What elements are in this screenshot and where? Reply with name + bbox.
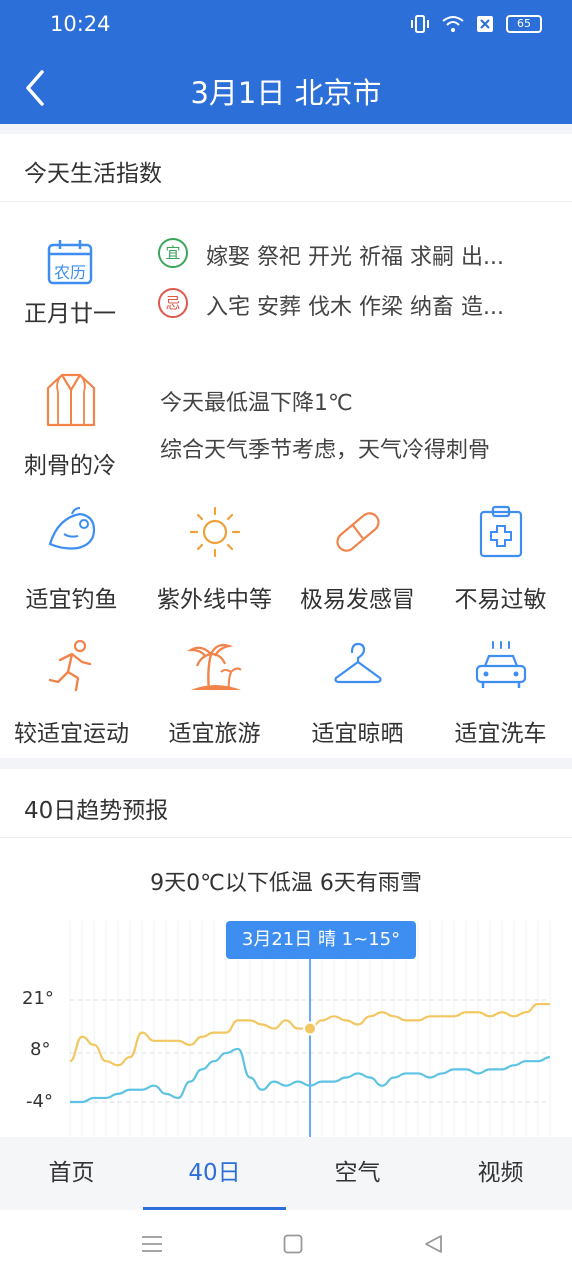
vibrate-icon: [411, 15, 429, 33]
pill-icon: [335, 512, 380, 552]
app-header: 10:24 65 3月1日 北京市: [0, 0, 572, 124]
ji-text: 入宅 安葬 伐木 作梁 纳畜 造...: [206, 295, 504, 320]
system-nav-bar: [0, 1210, 572, 1280]
life-index-card: 今天生活指数 农历 正月廿一 宜 嫁娶 祭祀 开光 祈福 求嗣 出... 忌 入…: [0, 134, 572, 758]
y-tick-label: 21°: [22, 988, 54, 1009]
medical-kit-icon: [479, 505, 522, 558]
home-square-icon[interactable]: [283, 1234, 303, 1254]
index-sport[interactable]: 较适宜运动: [0, 638, 143, 748]
lunar-date: 正月廿一: [24, 301, 116, 327]
index-uv-label: 紫外线中等: [157, 587, 272, 613]
index-carwash[interactable]: 适宜洗车: [429, 638, 572, 748]
index-travel-label: 适宜旅游: [168, 721, 261, 747]
trend-card: 40日趋势预报 9天0℃以下低温 6天有雨雪 21° 8° -4° 3月21日 …: [0, 769, 572, 1137]
divider: [0, 201, 572, 202]
palm-tree-icon: [186, 643, 242, 691]
sim-off-icon: [477, 16, 493, 32]
sun-icon: [189, 506, 240, 558]
battery-icon: 65: [506, 15, 542, 33]
y-tick-label: -4°: [26, 1091, 53, 1112]
index-cold[interactable]: 极易发感冒: [286, 504, 429, 614]
yi-text: 嫁娶 祭祀 开光 祈福 求嗣 出...: [206, 245, 504, 270]
running-icon: [48, 639, 91, 692]
coat-icon: [46, 372, 96, 432]
index-allergy[interactable]: 不易过敏: [429, 504, 572, 614]
cold-label: 刺骨的冷: [24, 453, 116, 479]
index-fishing-label: 适宜钓鱼: [25, 587, 118, 613]
status-time: 10:24: [50, 12, 111, 36]
calendar-icon-text: 农历: [53, 263, 86, 282]
status-icons: 65: [410, 14, 542, 34]
cold-line-1: 今天最低温下降1℃: [160, 391, 353, 416]
menu-icon[interactable]: [141, 1234, 163, 1254]
index-drying[interactable]: 适宜晾晒: [286, 638, 429, 748]
hanger-icon: [333, 642, 382, 684]
index-fishing[interactable]: 适宜钓鱼: [0, 504, 143, 614]
tab-40day[interactable]: 40日: [143, 1137, 286, 1210]
back-triangle-icon[interactable]: [423, 1234, 443, 1254]
index-drying-label: 适宜晾晒: [311, 721, 404, 747]
index-sport-label: 较适宜运动: [14, 721, 129, 747]
page-title: 3月1日 北京市: [190, 76, 382, 110]
bottom-tab-bar: 首页 40日 空气 视频: [0, 1137, 572, 1210]
tab-air[interactable]: 空气: [286, 1137, 429, 1210]
wifi-icon: [442, 16, 464, 32]
index-travel[interactable]: 适宜旅游: [143, 638, 286, 748]
index-cold-label: 极易发感冒: [300, 587, 415, 613]
fish-icon: [48, 507, 95, 550]
index-uv[interactable]: 紫外线中等: [143, 504, 286, 614]
tab-home[interactable]: 首页: [0, 1137, 143, 1210]
yi-badge: 宜: [158, 238, 188, 268]
index-allergy-label: 不易过敏: [454, 587, 547, 613]
y-tick-label: 8°: [30, 1039, 51, 1060]
calendar-icon: 农历: [46, 238, 94, 290]
highlight-point: [303, 1021, 317, 1036]
ji-badge: 忌: [158, 288, 188, 318]
chart-tooltip: 3月21日 晴 1~15°: [226, 921, 416, 959]
car-wash-icon: [475, 641, 526, 688]
tab-video[interactable]: 视频: [429, 1137, 572, 1210]
cold-line-2: 综合天气季节考虑，天气冷得刺骨: [160, 438, 491, 463]
life-index-title: 今天生活指数: [24, 161, 162, 187]
index-carwash-label: 适宜洗车: [454, 721, 547, 747]
